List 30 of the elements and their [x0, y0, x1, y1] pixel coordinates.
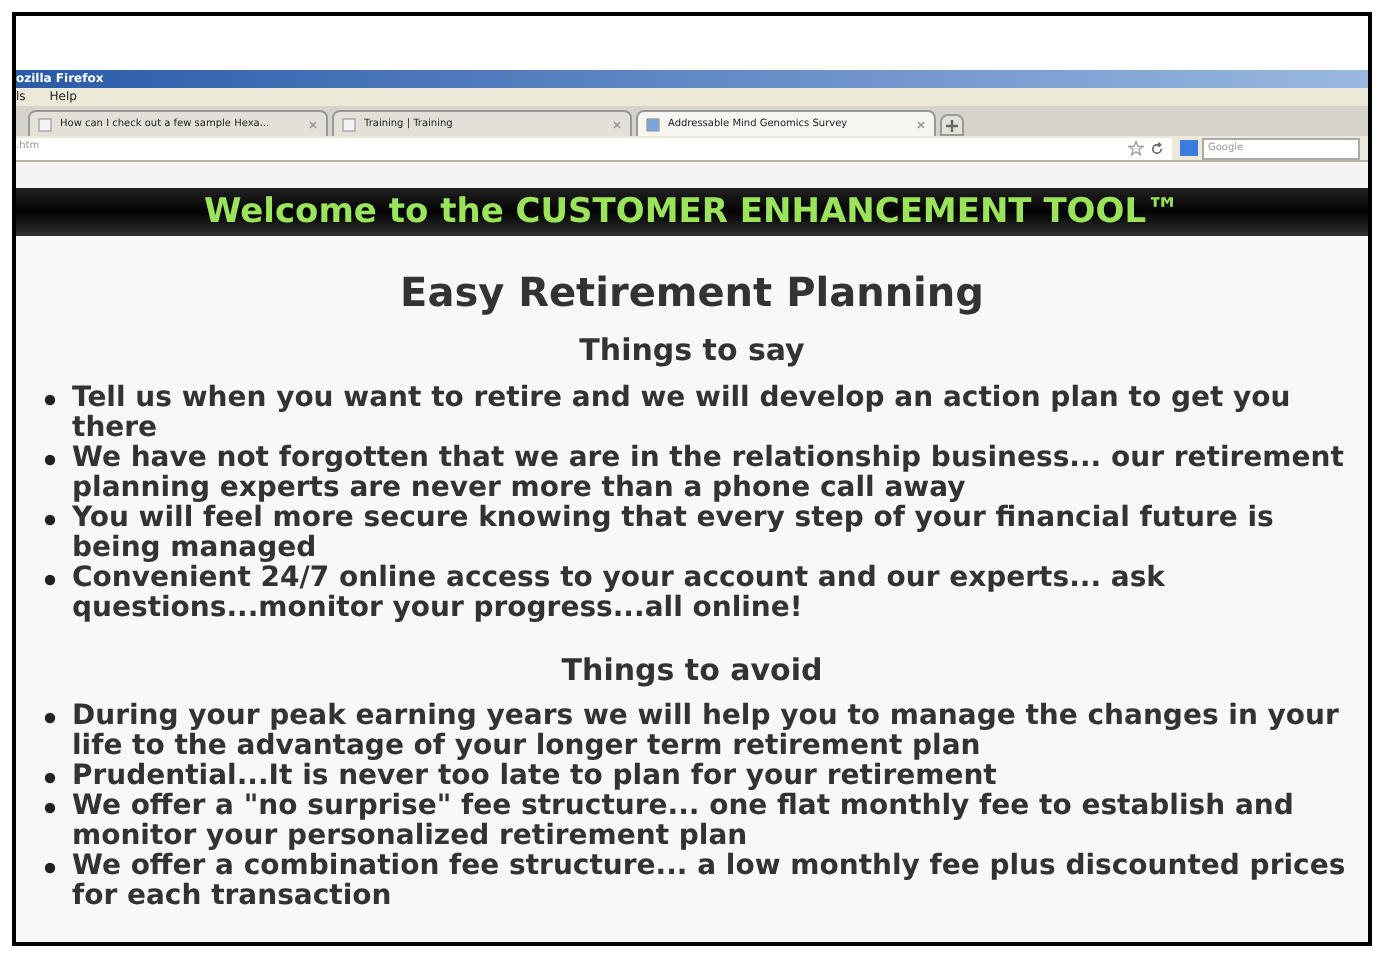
bullet-text: Convenient 24/7 online access to your account and our experts... ask questions...monitor your progress...all online!: [72, 563, 1167, 624]
bullet-text: We offer a combination fee structure... a low monthly fee plus discounted prices for each transaction: [72, 851, 1348, 911]
bullet-text: We offer a "no surprise" fee structure... one flat monthly fee to establish and monitor your personalized retirement plan: [72, 791, 1296, 851]
close-icon[interactable]: [916, 119, 926, 129]
bullet-icon: [44, 393, 56, 406]
new-tab-button[interactable]: [940, 114, 964, 136]
bullet-icon: [44, 453, 56, 466]
bullet-text: We have not forgotten that we are in the relationship business... our retirement planning experts are never more than a phone call away: [72, 443, 1346, 504]
bullet-icon: [44, 711, 56, 723]
section-heading: Things to avoid: [559, 651, 825, 689]
reload-icon[interactable]: [1150, 141, 1164, 155]
bullet-icon: [44, 771, 56, 783]
banner-title: Welcome to the CUSTOMER ENHANCEMENT TOOL™: [203, 195, 1181, 229]
bullet-text: Prudential...It is never too late to plan for your retirement: [72, 761, 997, 791]
bullet-icon: [44, 801, 56, 813]
bullet-text: During your peak earning years we will help you to manage the changes in your life to the advantage of your longer term retirement plan: [72, 701, 1341, 761]
star-icon[interactable]: [1128, 140, 1144, 156]
page-heading: Easy Retirement Planning: [400, 268, 984, 318]
close-icon[interactable]: [612, 119, 622, 129]
blank-page-icon: [38, 117, 52, 131]
plus-icon: [946, 119, 958, 131]
bullet-icon: [44, 573, 56, 586]
bullet-icon: [44, 861, 56, 873]
bullet-text: You will feel more secure knowing that every step of your financial future is being managed: [72, 503, 1276, 564]
blank-page-icon: [342, 117, 356, 131]
close-icon[interactable]: [308, 119, 318, 129]
bullet-text: Tell us when you want to retire and we will develop an action plan to get you there: [72, 383, 1293, 444]
bullet-icon: [44, 513, 56, 526]
page-icon: [646, 117, 660, 131]
section-heading: Things to say: [577, 332, 807, 370]
